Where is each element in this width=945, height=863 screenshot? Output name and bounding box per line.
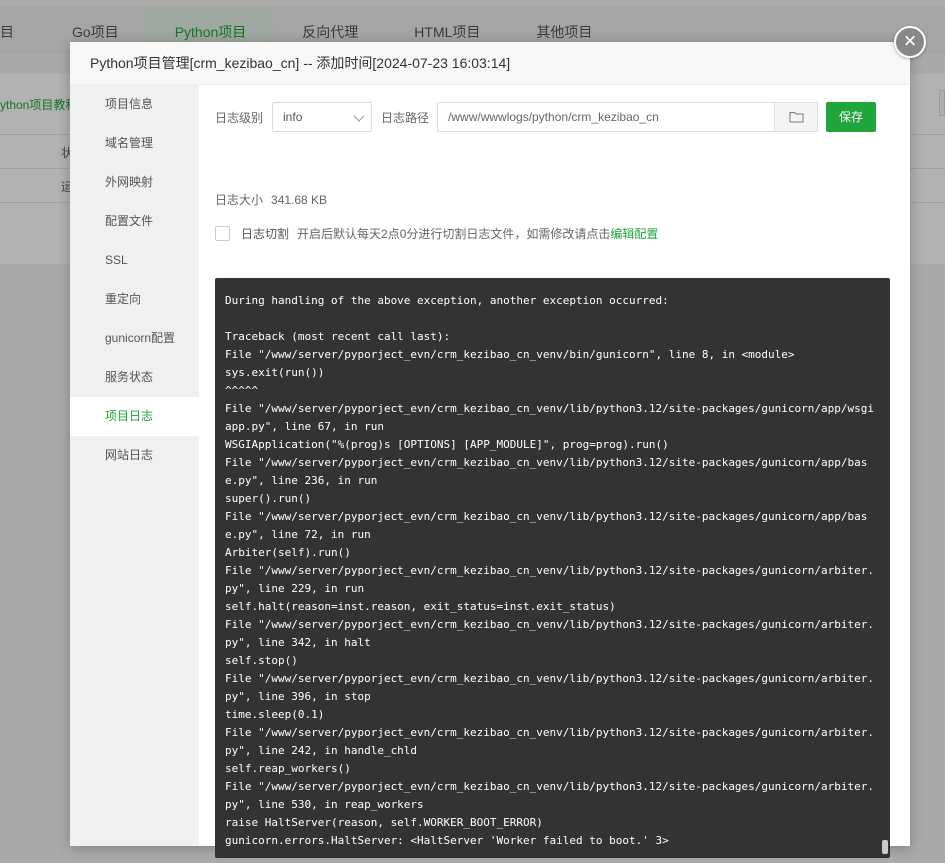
log-level-value: info (283, 110, 303, 124)
sidebar-item-ssl[interactable]: SSL (70, 241, 199, 280)
log-size-label: 日志大小 (215, 193, 264, 207)
log-path-label: 日志路径 (381, 110, 430, 125)
log-level-label: 日志级别 (215, 110, 264, 125)
sidebar-item-redirect[interactable]: 重定向 (70, 280, 199, 319)
edit-config-link[interactable]: 编辑配置 (610, 225, 658, 242)
log-cut-row: 日志切割 开启后默认每天2点0分进行切割日志文件，如需修改请点击 编辑配置 (215, 225, 658, 242)
sidebar-item-service-status[interactable]: 服务状态 (70, 358, 199, 397)
sidebar-item-project-info[interactable]: 项目信息 (70, 85, 199, 124)
log-cut-description: 开启后默认每天2点0分进行切割日志文件，如需修改请点击 (297, 227, 611, 241)
log-output-panel[interactable]: During handling of the above exception, … (215, 278, 890, 858)
log-size-value: 341.68 KB (271, 193, 328, 207)
log-size-row: 日志大小 341.68 KB (215, 191, 327, 208)
folder-icon (789, 112, 804, 123)
folder-picker-button[interactable] (775, 102, 819, 132)
log-level-select[interactable]: info (272, 102, 373, 132)
sidebar-item-gunicorn-config[interactable]: gunicorn配置 (70, 319, 199, 358)
close-icon[interactable]: × (894, 26, 926, 58)
sidebar-item-site-log[interactable]: 网站日志 (70, 436, 199, 475)
chevron-down-icon (353, 110, 365, 122)
project-manager-modal: Python项目管理[crm_kezibao_cn] -- 添加时间[2024-… (70, 42, 910, 858)
scrollbar-thumb[interactable] (882, 840, 888, 854)
save-button[interactable]: 保存 (826, 102, 877, 132)
modal-title: Python项目管理[crm_kezibao_cn] -- 添加时间[2024-… (70, 42, 910, 85)
log-scrollbar[interactable] (882, 282, 888, 856)
log-settings-row: 日志级别 info 日志路径 /www/wwwlogs/python/crm_k… (215, 102, 877, 132)
sidebar-item-domain[interactable]: 域名管理 (70, 124, 199, 163)
modal-content: 日志级别 info 日志路径 /www/wwwlogs/python/crm_k… (199, 85, 910, 858)
sidebar-item-port-mapping[interactable]: 外网映射 (70, 163, 199, 202)
log-cut-checkbox[interactable] (215, 226, 230, 241)
log-text: During handling of the above exception, … (225, 294, 875, 847)
log-path-input[interactable]: /www/wwwlogs/python/crm_kezibao_cn (437, 102, 776, 132)
log-cut-label: 日志切割 (241, 227, 290, 241)
sidebar-item-config-file[interactable]: 配置文件 (70, 202, 199, 241)
modal-sidebar: 项目信息 域名管理 外网映射 配置文件 SSL 重定向 gunicorn配置 服… (70, 85, 199, 846)
sidebar-item-project-log[interactable]: 项目日志 (70, 397, 199, 436)
